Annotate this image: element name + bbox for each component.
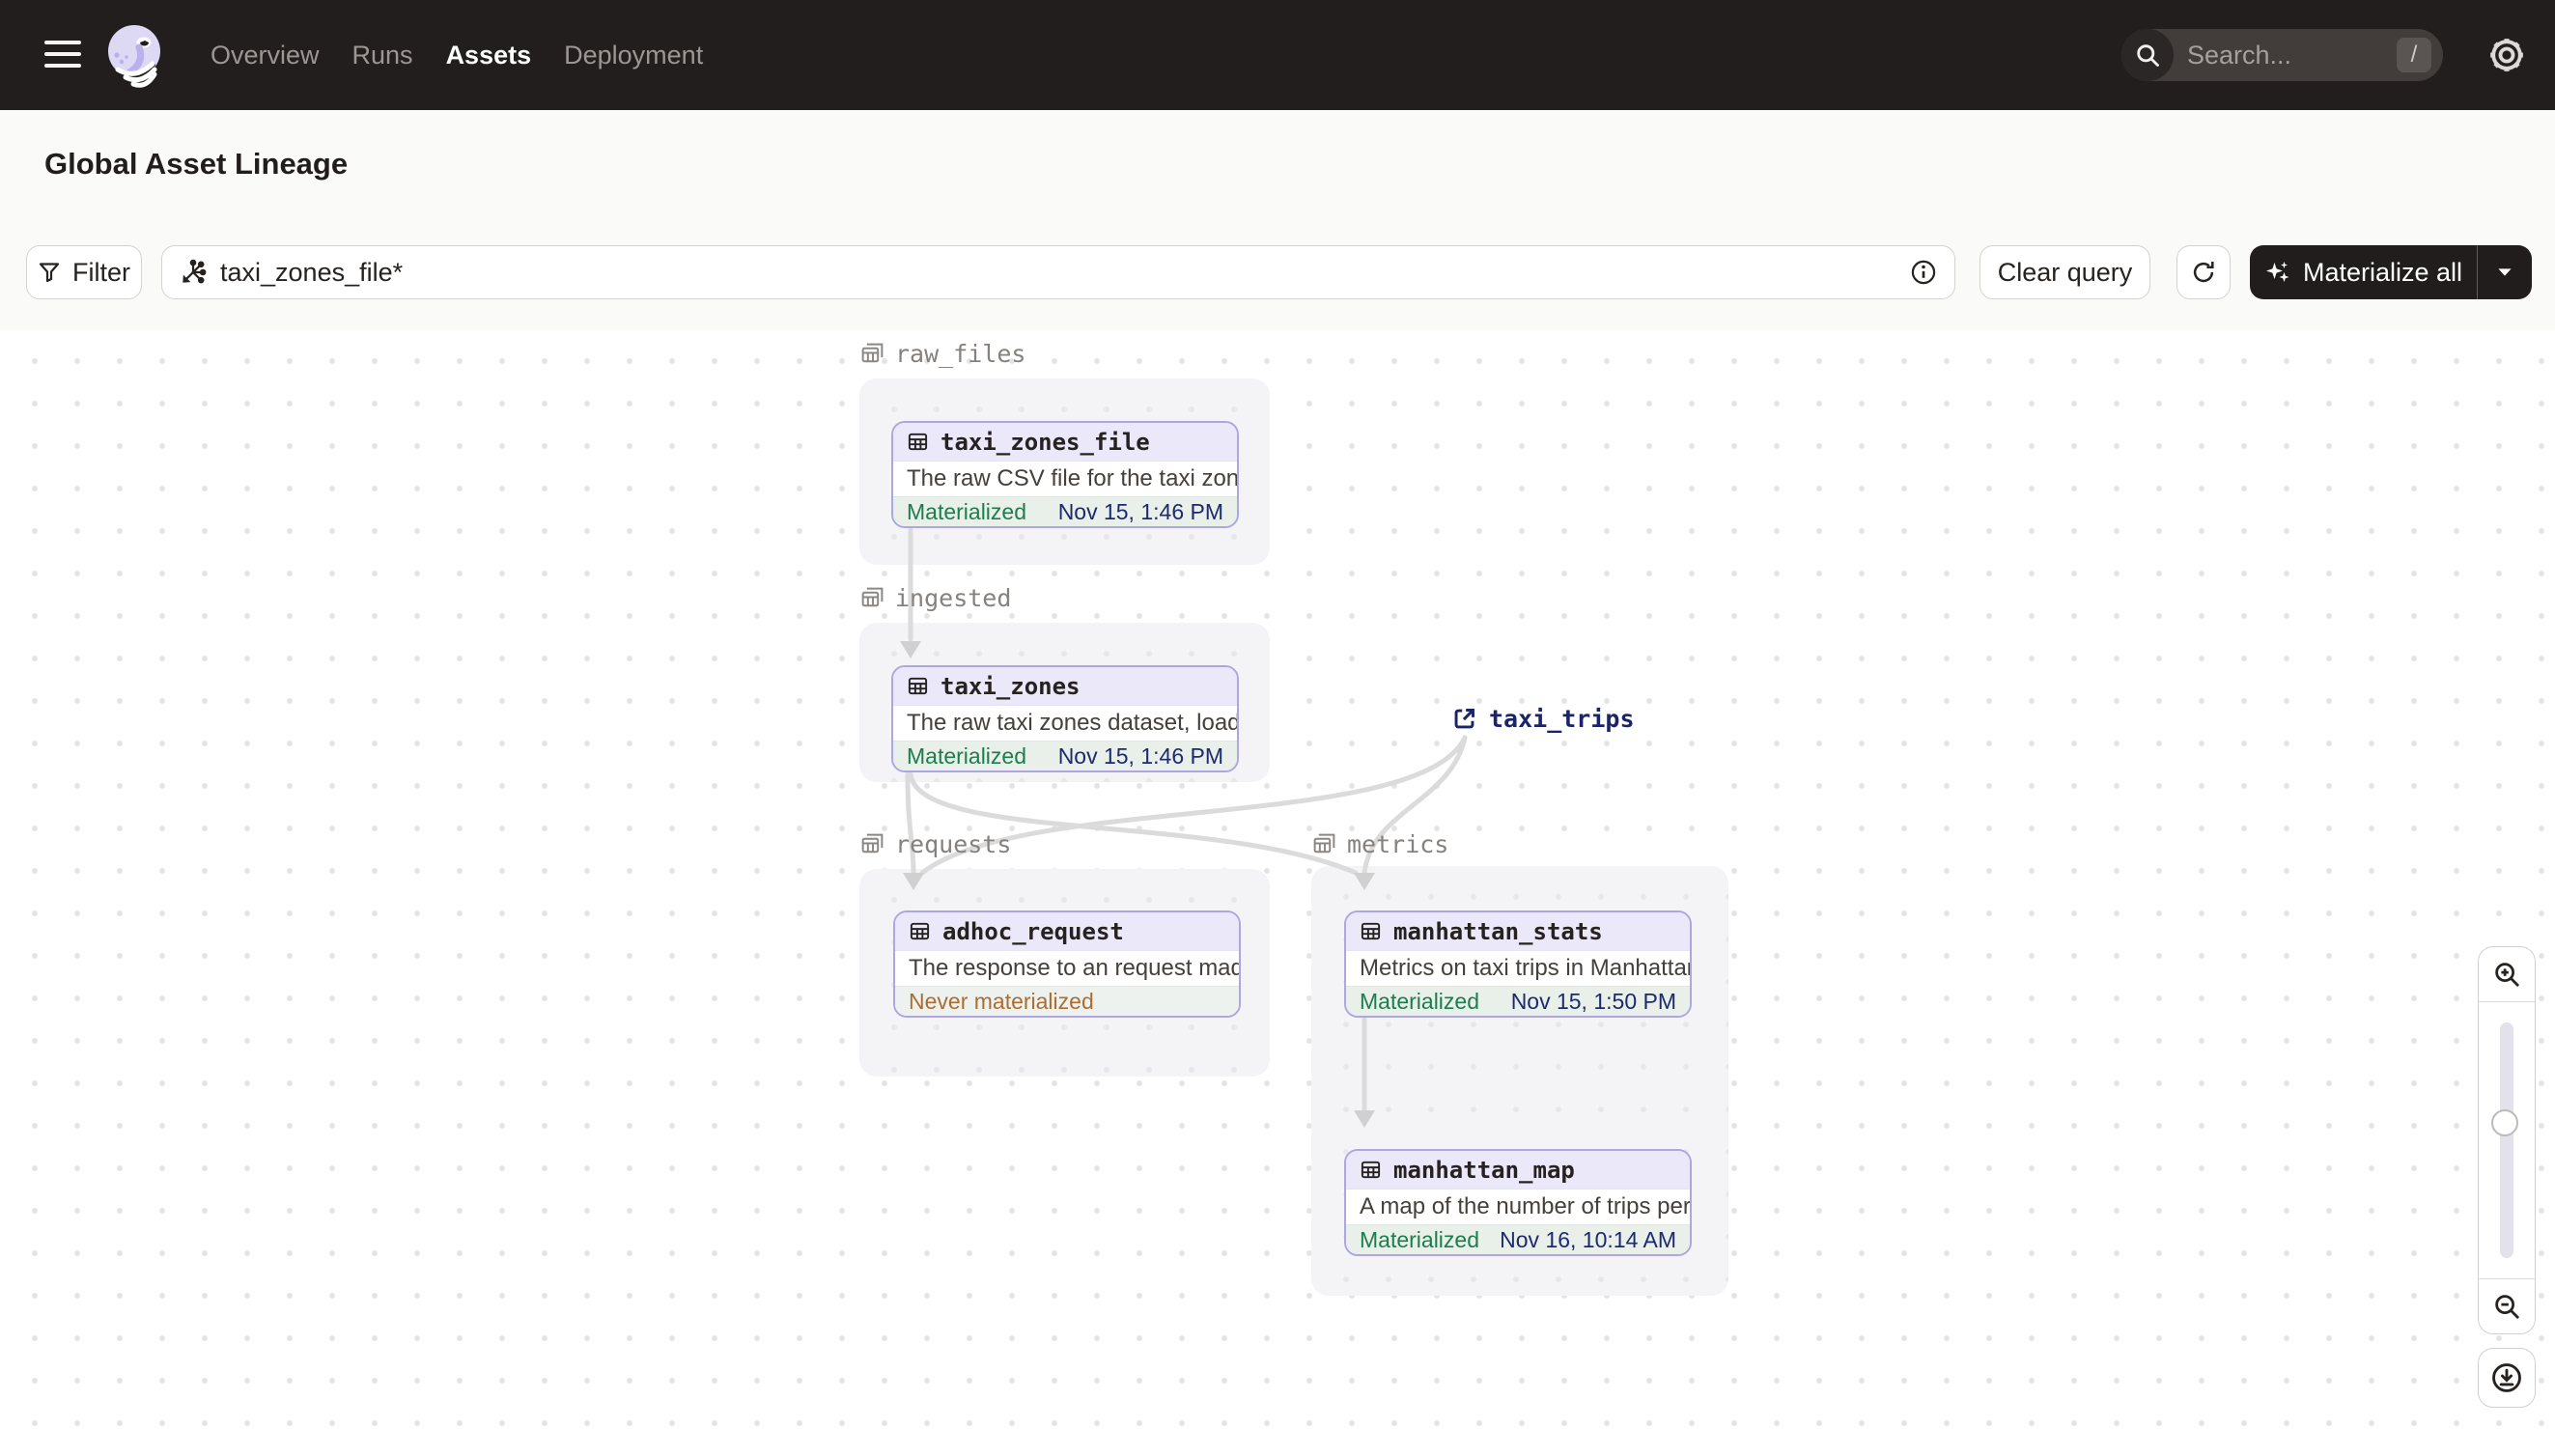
download-view-button[interactable] [2478, 1348, 2536, 1408]
search-placeholder: Search... [2187, 40, 2292, 70]
group-name: requests [895, 830, 1012, 858]
asset-status-row: Never materialized [895, 986, 1239, 1016]
materialization-timestamp: Nov 15, 1:46 PM [1057, 742, 1223, 769]
asset-status-row: Materialized Nov 15, 1:50 PM [1346, 986, 1690, 1016]
nav-item-deployment[interactable]: Deployment [564, 41, 703, 70]
asset-node-taxi-zones[interactable]: taxi_zones The raw taxi zones dataset, l… [891, 665, 1239, 772]
asset-name: taxi_zones [941, 672, 1081, 700]
zoom-out-button[interactable] [2479, 1278, 2535, 1333]
info-icon[interactable] [1910, 259, 1937, 286]
asset-name: manhattan_stats [1393, 917, 1603, 945]
group-label-metrics[interactable]: metrics [1311, 830, 1448, 858]
asset-group-icon [1311, 831, 1337, 857]
materialization-timestamp: Nov 15, 1:46 PM [1057, 498, 1223, 524]
sparkles-icon [2264, 259, 2291, 286]
asset-selector-icon [180, 259, 207, 286]
nav-item-overview[interactable]: Overview [211, 41, 320, 70]
chevron-down-icon [2496, 266, 2513, 278]
asset-node-header: taxi_zones [893, 667, 1237, 705]
zoom-in-icon [2492, 960, 2521, 989]
status-badge: Materialized [1360, 988, 1479, 1014]
asset-query-input[interactable]: taxi_zones_file* [161, 245, 1955, 299]
asset-node-manhattan-map[interactable]: manhattan_map A map of the number of tri… [1344, 1149, 1692, 1256]
asset-status-row: Materialized Nov 15, 1:46 PM [893, 741, 1237, 770]
asset-description: The raw taxi zones dataset, loaded int..… [893, 705, 1237, 741]
lineage-toolbar: Filter taxi_zones_file* Clear query Mate… [0, 218, 2555, 331]
asset-name: manhattan_map [1393, 1156, 1575, 1184]
materialization-timestamp: Nov 15, 1:50 PM [1510, 988, 1676, 1014]
asset-group-icon [859, 585, 885, 611]
clear-query-label: Clear query [1997, 257, 2133, 287]
page-header: Global Asset Lineage Reload definitions [0, 110, 2555, 305]
table-icon [907, 431, 929, 453]
asset-description: The raw CSV file for the taxi zones dat.… [893, 461, 1237, 496]
asset-node-header: taxi_zones_file [893, 423, 1237, 461]
asset-status-row: Materialized Nov 16, 10:14 AM [1346, 1224, 1690, 1254]
asset-description: The response to an request made in th... [895, 950, 1239, 986]
asset-node-manhattan-stats[interactable]: manhattan_stats Metrics on taxi trips in… [1344, 910, 1692, 1018]
group-name: raw_files [895, 340, 1026, 368]
main-nav: Overview Runs Assets Deployment [211, 0, 703, 110]
download-icon [2490, 1361, 2523, 1394]
funnel-icon [38, 261, 61, 284]
asset-node-header: manhattan_map [1346, 1151, 1690, 1189]
nav-item-runs[interactable]: Runs [352, 41, 413, 70]
zoom-out-icon [2492, 1292, 2521, 1321]
status-badge: Materialized [907, 742, 1026, 769]
asset-node-header: adhoc_request [895, 912, 1239, 950]
zoom-slider[interactable] [2491, 1022, 2518, 1258]
materialization-timestamp: Nov 16, 10:14 AM [1500, 1226, 1676, 1252]
clear-query-button[interactable]: Clear query [1979, 245, 2150, 299]
asset-name: adhoc_request [942, 917, 1124, 945]
search-icon [2121, 29, 2174, 81]
table-icon [909, 920, 931, 942]
menu-icon[interactable] [44, 41, 81, 70]
group-name: ingested [895, 584, 1012, 612]
refresh-graph-button[interactable] [2176, 245, 2231, 299]
materialize-all-button[interactable]: Materialize all [2250, 245, 2532, 299]
status-badge: Materialized [907, 498, 1026, 524]
page-title: Global Asset Lineage [44, 147, 349, 181]
external-asset-name: taxi_trips [1489, 705, 1635, 733]
zoom-slider-thumb[interactable] [2491, 1109, 2518, 1136]
table-icon [1360, 920, 1382, 942]
asset-node-header: manhattan_stats [1346, 912, 1690, 950]
lineage-canvas[interactable]: raw_files ingested requests metrics taxi… [0, 330, 2555, 1456]
asset-query-value: taxi_zones_file* [220, 257, 404, 287]
nav-item-assets[interactable]: Assets [446, 41, 532, 70]
status-badge: Never materialized [909, 988, 1094, 1014]
external-link-icon [1451, 706, 1477, 732]
group-label-raw-files[interactable]: raw_files [859, 340, 1025, 368]
materialize-all-label: Materialize all [2302, 257, 2463, 287]
asset-node-taxi-zones-file[interactable]: taxi_zones_file The raw CSV file for the… [891, 421, 1239, 528]
group-label-requests[interactable]: requests [859, 830, 1011, 858]
filter-button[interactable]: Filter [26, 245, 142, 299]
top-nav: Overview Runs Assets Deployment Search..… [0, 0, 2555, 110]
asset-description: Metrics on taxi trips in Manhattan [1346, 950, 1690, 986]
materialize-options-caret[interactable] [2477, 245, 2532, 299]
search-shortcut-badge: / [2397, 38, 2431, 72]
filter-label: Filter [72, 257, 130, 287]
asset-group-icon [859, 341, 885, 367]
asset-status-row: Materialized Nov 15, 1:46 PM [893, 496, 1237, 526]
external-asset-taxi-trips[interactable]: taxi_trips [1451, 705, 1635, 733]
asset-node-adhoc-request[interactable]: adhoc_request The response to an request… [893, 910, 1241, 1018]
group-label-ingested[interactable]: ingested [859, 584, 1011, 612]
lineage-edges [900, 527, 1468, 1128]
dagster-logo-icon[interactable] [102, 21, 172, 91]
asset-description: A map of the number of trips per taxi z.… [1346, 1189, 1690, 1224]
zoom-controls [2478, 946, 2536, 1334]
refresh-icon [2191, 260, 2216, 285]
group-name: metrics [1347, 830, 1449, 858]
gear-icon[interactable] [2484, 32, 2530, 78]
zoom-in-button[interactable] [2479, 947, 2535, 1002]
search-input[interactable]: Search... / [2121, 29, 2443, 81]
table-icon [907, 675, 929, 697]
table-icon [1360, 1159, 1382, 1181]
status-badge: Materialized [1360, 1226, 1479, 1252]
asset-group-icon [859, 831, 885, 857]
asset-name: taxi_zones_file [941, 428, 1150, 456]
